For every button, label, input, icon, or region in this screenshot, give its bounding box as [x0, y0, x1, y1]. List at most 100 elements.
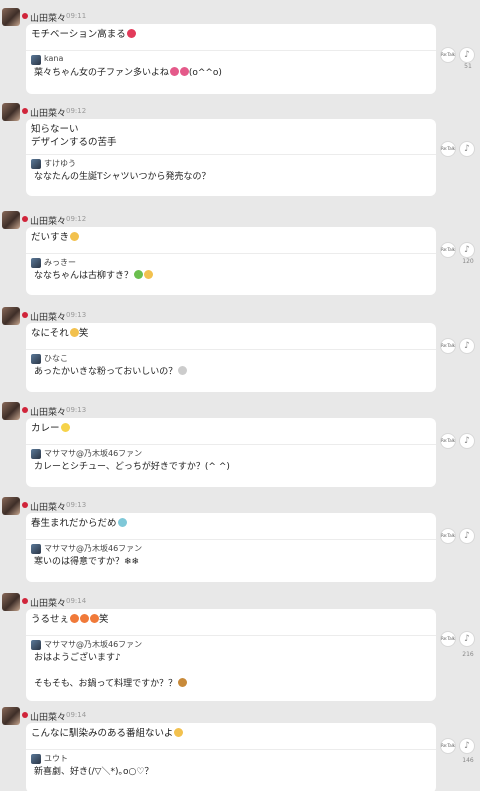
verified-badge-icon [22, 712, 28, 718]
reply-body: あったかいきな粉っておいしいの？ [34, 367, 178, 377]
avatar[interactable] [2, 402, 20, 420]
message-text: 知らなーい デザインするの苦手 [31, 123, 117, 149]
reply-avatar[interactable] [31, 754, 41, 764]
message-tail: 笑 [99, 614, 109, 625]
message-bubble: だいすきみっきーななちゃんは古柳すき？ [26, 227, 436, 295]
reply-user-name: マサマサ@乃木坂46ファン [44, 449, 143, 458]
share-icon[interactable]: ♪ [459, 141, 475, 157]
author-name[interactable]: 山田菜々 [30, 710, 66, 723]
message-text: なにそれ笑 [31, 327, 88, 340]
reaction-count: 146 [462, 757, 474, 764]
reply-body: ななたんの生誕Tシャツいつから発売なの？ [34, 172, 211, 182]
author-name[interactable]: 山田菜々 [30, 596, 66, 609]
message-emoji-icon [90, 614, 100, 623]
divider [26, 635, 436, 636]
message-emoji-icon [60, 423, 70, 432]
author-name[interactable]: 山田菜々 [30, 11, 66, 24]
message-bubble: カレー マサマサ@乃木坂46ファン カレーとシチュー、どっちが好きですか？(^ ^) [26, 418, 436, 487]
reply-avatar[interactable] [31, 354, 41, 364]
post-time: 09:13 [66, 501, 87, 509]
share-icon[interactable]: ♪ [459, 631, 475, 647]
divider [26, 444, 436, 445]
message-bubble: 春生まれだからだめ マサマサ@乃木坂46ファン 寒いのは得意ですか？❄❄ [26, 513, 436, 582]
talk-post: 山田菜々 09:14 こんなに馴染みのある番組ないよ ユウト 新喜劇、好き(/▽＼*)｡… [0, 707, 480, 791]
avatar[interactable] [2, 103, 20, 121]
message-body: うるせぇ [31, 614, 70, 625]
talk-post: 山田菜々 09:11 モチベーション高まる kana 菜々ちゃん女の子ファン多いよね (o… [0, 8, 480, 94]
message-tail: 笑 [78, 328, 89, 339]
message-bubble: モチベーション高まる kana 菜々ちゃん女の子ファン多いよね (o^^o) [26, 24, 436, 94]
divider [26, 154, 436, 155]
reply-emoji-icon [178, 678, 188, 687]
reply-avatar[interactable] [31, 449, 41, 459]
message-text: モチベーション高まる [31, 28, 136, 41]
reply-emoji-icon [134, 270, 144, 279]
avatar[interactable] [2, 707, 20, 725]
share-icon[interactable]: ♪ [459, 433, 475, 449]
message-bubble: うるせぇ 笑マサマサ@乃木坂46ファン おはようございます♪ そもそも、お鍋って料理… [26, 609, 436, 701]
post-time: 09:12 [66, 215, 87, 223]
share-icon[interactable]: ♪ [459, 47, 475, 63]
talk-post: 山田菜々 09:13 カレー マサマサ@乃木坂46ファン カレーとシチュー、どっちが好き… [0, 402, 480, 487]
message-emoji-icon [69, 328, 79, 337]
avatar[interactable] [2, 497, 20, 515]
retalk-button[interactable]: Re:Talk [440, 242, 456, 258]
reply-body: ななちゃんは古柳すき？ [34, 271, 134, 281]
avatar[interactable] [2, 307, 20, 325]
author-name[interactable]: 山田菜々 [30, 500, 66, 513]
verified-badge-icon [22, 598, 28, 604]
message-bubble: なにそれ笑ひなこ あったかいきな粉っておいしいの？ [26, 323, 436, 392]
reply-user-name: みっきー [44, 258, 76, 267]
message-emoji-icon [126, 29, 136, 38]
reply-avatar[interactable] [31, 640, 41, 650]
reply-avatar[interactable] [31, 544, 41, 554]
reply-text: カレーとシチュー、どっちが好きですか？(^ ^) [34, 461, 230, 474]
share-icon[interactable]: ♪ [459, 242, 475, 258]
message-body: 春生まれだからだめ [31, 518, 117, 529]
avatar[interactable] [2, 8, 20, 26]
message-body: 知らなーい デザインするの苦手 [31, 124, 117, 148]
share-icon[interactable]: ♪ [459, 738, 475, 754]
retalk-button[interactable]: Re:Talk [440, 528, 456, 544]
retalk-button[interactable]: Re:Talk [440, 433, 456, 449]
divider [26, 50, 436, 51]
reply-text: おはようございます♪ そもそも、お鍋って料理ですか？？ [34, 652, 188, 691]
reply-body: 新喜劇、好き(/▽＼*)｡o○♡？ [34, 767, 154, 777]
retalk-button[interactable]: Re:Talk [440, 141, 456, 157]
author-name[interactable]: 山田菜々 [30, 214, 66, 227]
post-time: 09:12 [66, 107, 87, 115]
reply-text: あったかいきな粉っておいしいの？ [34, 366, 188, 379]
avatar[interactable] [2, 211, 20, 229]
post-time: 09:14 [66, 711, 87, 719]
divider [26, 539, 436, 540]
retalk-button[interactable]: Re:Talk [440, 631, 456, 647]
reply-user-name: kana [44, 54, 64, 63]
message-text: こんなに馴染みのある番組ないよ [31, 727, 184, 740]
message-body: モチベーション高まる [31, 29, 126, 40]
retalk-button[interactable]: Re:Talk [440, 738, 456, 754]
reply-emoji-icon [178, 366, 188, 375]
author-name[interactable]: 山田菜々 [30, 106, 66, 119]
retalk-button[interactable]: Re:Talk [440, 338, 456, 354]
reply-emoji-icon [169, 67, 179, 76]
retalk-button[interactable]: Re:Talk [440, 47, 456, 63]
divider [26, 749, 436, 750]
reply-body: カレーとシチュー、どっちが好きですか？(^ ^) [34, 462, 230, 472]
reaction-count: 120 [462, 258, 474, 265]
avatar[interactable] [2, 593, 20, 611]
reply-text: 寒いのは得意ですか？❄❄ [34, 556, 139, 569]
reply-avatar[interactable] [31, 159, 41, 169]
reply-avatar[interactable] [31, 55, 41, 65]
message-text: だいすき [31, 231, 80, 244]
author-name[interactable]: 山田菜々 [30, 310, 66, 323]
message-bubble: こんなに馴染みのある番組ないよ ユウト 新喜劇、好き(/▽＼*)｡o○♡？ [26, 723, 436, 791]
divider [26, 349, 436, 350]
reply-avatar[interactable] [31, 258, 41, 268]
talk-post: 山田菜々 09:14 うるせぇ 笑マサマサ@乃木坂46ファン おはようございます♪ そも… [0, 593, 480, 701]
verified-badge-icon [22, 407, 28, 413]
share-icon[interactable]: ♪ [459, 528, 475, 544]
message-text: 春生まれだからだめ [31, 517, 127, 530]
talk-post: 山田菜々 09:13 春生まれだからだめ マサマサ@乃木坂46ファン 寒いのは得意ですか… [0, 497, 480, 582]
author-name[interactable]: 山田菜々 [30, 405, 66, 418]
share-icon[interactable]: ♪ [459, 338, 475, 354]
